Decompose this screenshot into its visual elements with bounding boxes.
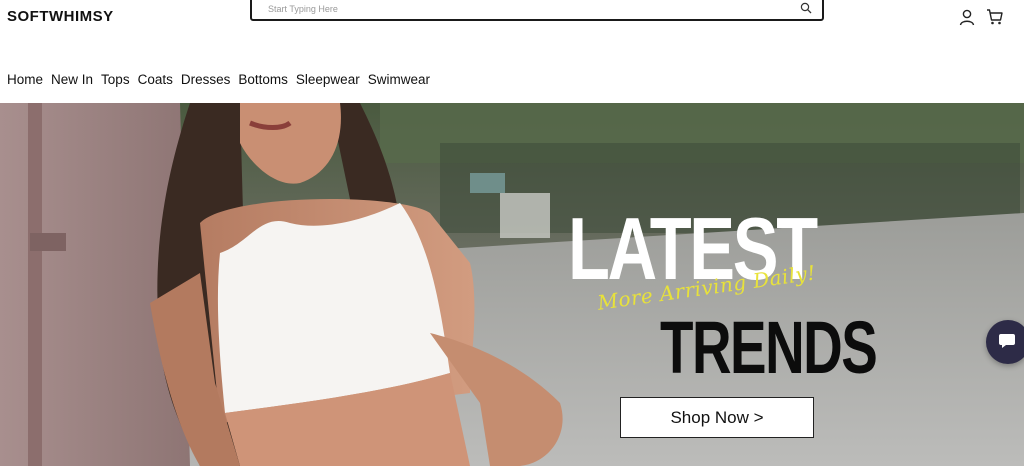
main-nav: Home New In Tops Coats Dresses Bottoms S… xyxy=(0,72,431,92)
nav-item-new-in[interactable]: New In xyxy=(51,72,93,92)
shop-now-button[interactable]: Shop Now > xyxy=(620,397,814,438)
search-bar[interactable] xyxy=(250,0,824,21)
nav-item-home[interactable]: Home xyxy=(7,72,43,92)
nav-item-coats[interactable]: Coats xyxy=(138,72,173,92)
search-input[interactable] xyxy=(268,1,768,17)
hero-image xyxy=(0,103,1024,466)
nav-item-dresses[interactable]: Dresses xyxy=(181,72,231,92)
nav-item-tops[interactable]: Tops xyxy=(101,72,130,92)
nav-item-sleepwear[interactable]: Sleepwear xyxy=(296,72,360,92)
nav-item-bottoms[interactable]: Bottoms xyxy=(238,72,288,92)
search-icon[interactable] xyxy=(800,2,812,14)
chat-button[interactable] xyxy=(986,320,1024,364)
site-logo[interactable]: SOFTWHIMSY xyxy=(7,8,114,25)
site-header: SOFTWHIMSY Home New In Tops Coats Dresse… xyxy=(0,0,1024,103)
cart-icon[interactable] xyxy=(986,8,1004,26)
hero-banner[interactable]: LATEST More Arriving Daily! TRENDS Shop … xyxy=(0,103,1024,466)
nav-item-swimwear[interactable]: Swimwear xyxy=(368,72,430,92)
hero-headline-trends: TRENDS xyxy=(660,306,878,389)
user-icon[interactable] xyxy=(958,8,976,26)
chat-bubble-icon xyxy=(999,334,1015,348)
